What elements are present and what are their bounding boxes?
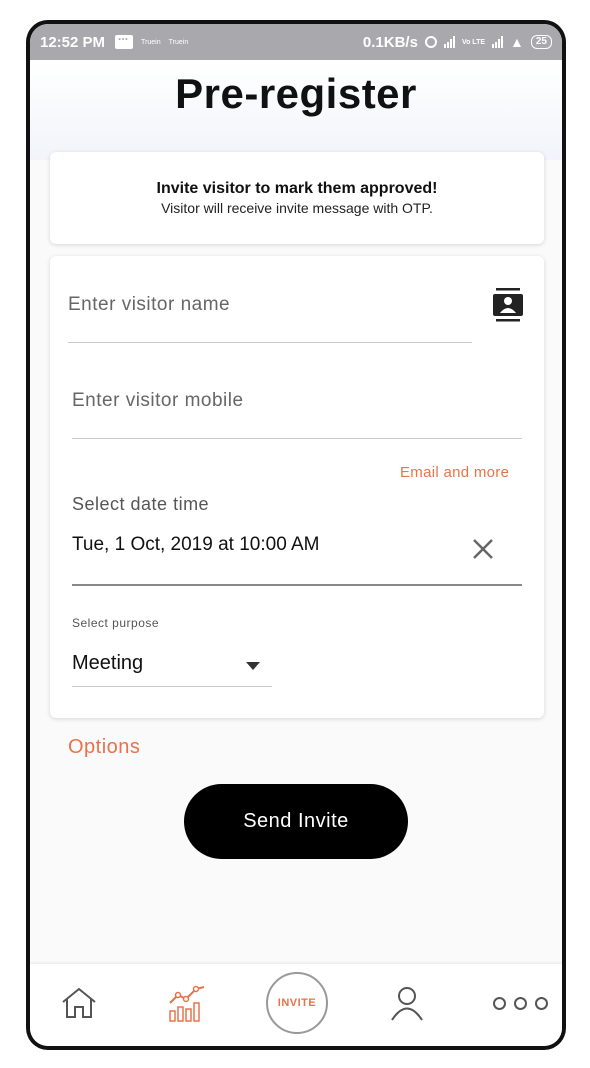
notification-label-1: Truein — [141, 38, 161, 46]
network-speed: 0.1KB/s — [362, 33, 418, 51]
visitor-name-underline — [68, 342, 472, 343]
close-icon[interactable] — [470, 536, 496, 562]
datetime-field[interactable]: Tue, 1 Oct, 2019 at 10:00 AM — [72, 534, 320, 556]
options-link[interactable]: Options — [68, 736, 140, 759]
purpose-dropdown[interactable]: Meeting — [72, 642, 272, 686]
app-screen: 12:52 PM Truein Truein 0.1KB/s Vo LTE ▲ … — [30, 24, 562, 1046]
nav-invite[interactable]: INVITE — [266, 972, 328, 1034]
invite-form-card: Enter visitor name Enter visitor mobile … — [50, 256, 544, 718]
purpose-value: Meeting — [72, 652, 144, 674]
profile-icon — [391, 987, 423, 1021]
home-icon — [62, 987, 96, 1018]
nav-analytics[interactable] — [162, 978, 212, 1028]
visitor-mobile-input[interactable]: Enter visitor mobile — [72, 390, 244, 412]
visitor-name-input[interactable]: Enter visitor name — [68, 294, 230, 316]
datetime-underline — [72, 584, 522, 586]
status-right: 0.1KB/s Vo LTE ▲ 25 — [363, 34, 552, 51]
nav-profile[interactable] — [382, 978, 432, 1028]
visitor-mobile-underline — [72, 438, 522, 439]
phone-frame: 12:52 PM Truein Truein 0.1KB/s Vo LTE ▲ … — [26, 20, 566, 1050]
info-headline: Invite visitor to mark them approved! — [156, 180, 438, 197]
nav-more[interactable] — [492, 978, 548, 1028]
email-and-more-link[interactable]: Email and more — [400, 464, 509, 481]
battery-icon: 25 — [530, 35, 552, 49]
volte-label: Vo LTE — [461, 38, 486, 46]
info-subtext: Visitor will receive invite message with… — [161, 200, 433, 216]
message-icon — [115, 29, 134, 49]
more-icon — [492, 996, 548, 1010]
wifi-icon: ▲ — [510, 34, 524, 50]
chevron-down-icon — [246, 662, 260, 670]
contact-book-icon[interactable] — [493, 288, 523, 322]
notification-label-2: Truein — [168, 38, 189, 46]
status-time: 12:52 PM — [40, 33, 106, 51]
status-bar: 12:52 PM Truein Truein 0.1KB/s Vo LTE ▲ … — [30, 24, 562, 60]
signal-icon-2 — [492, 36, 504, 48]
alarm-icon — [424, 36, 437, 48]
info-card: Invite visitor to mark them approved! Vi… — [50, 152, 544, 244]
purpose-label: Select purpose — [72, 616, 160, 630]
nav-home[interactable] — [54, 978, 104, 1028]
bottom-nav: INVITE — [30, 964, 562, 1046]
signal-icon — [443, 36, 455, 48]
datetime-label: Select date time — [72, 494, 210, 514]
page-title: Pre-register — [175, 70, 417, 117]
send-invite-button[interactable]: Send Invite — [184, 784, 408, 859]
analytics-icon — [169, 985, 205, 1022]
purpose-underline — [72, 686, 272, 687]
invite-label: INVITE — [277, 997, 317, 1009]
